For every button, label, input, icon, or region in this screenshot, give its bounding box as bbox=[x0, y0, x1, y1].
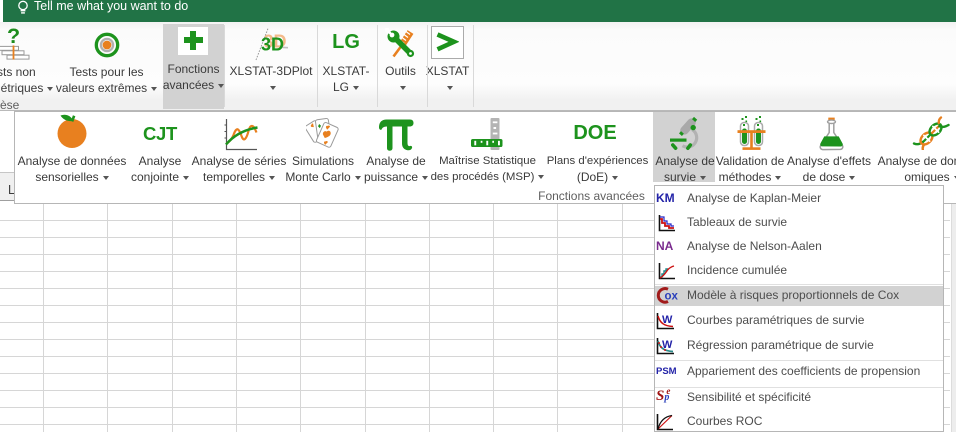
svg-text:?: ? bbox=[7, 26, 20, 48]
svg-text:3D: 3D bbox=[261, 35, 284, 55]
svg-text:W: W bbox=[662, 339, 673, 351]
svg-text:ox: ox bbox=[665, 291, 679, 303]
svg-text:W: W bbox=[662, 314, 673, 326]
